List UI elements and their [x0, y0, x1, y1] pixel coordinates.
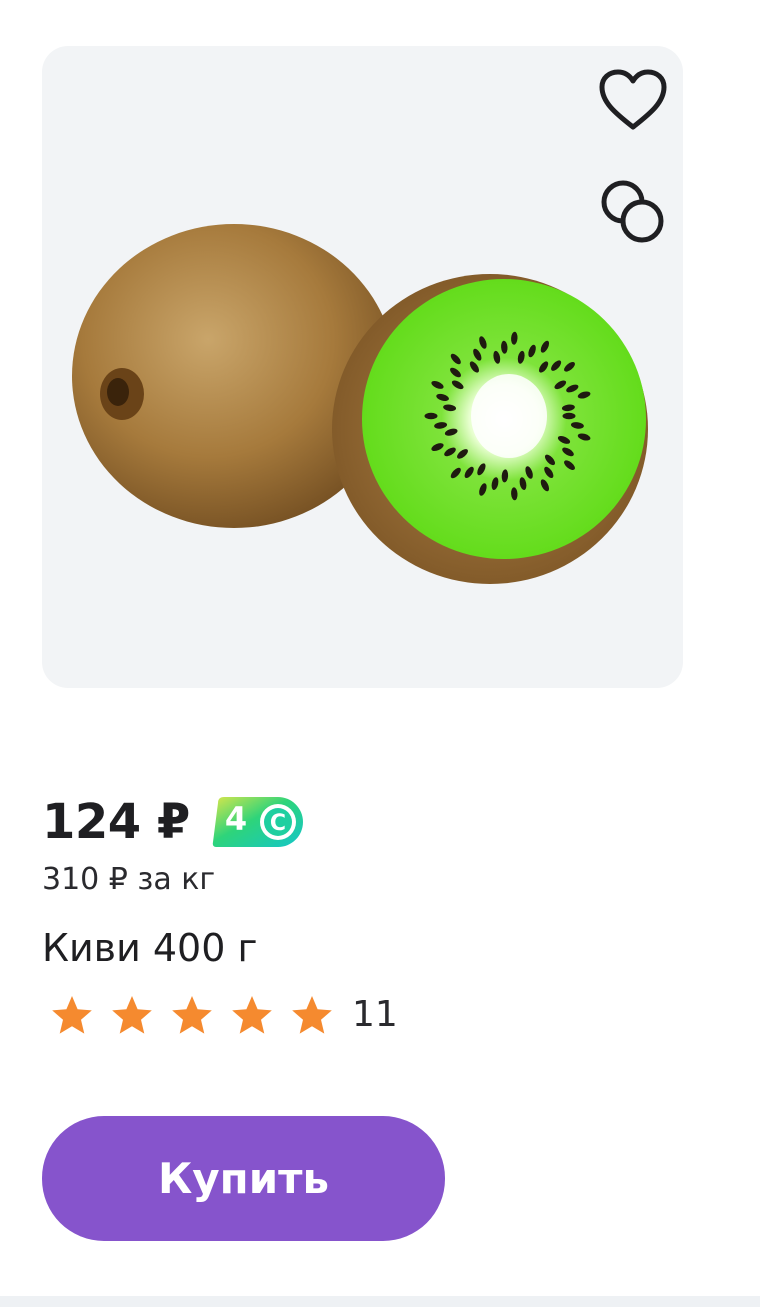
bonus-amount: 4 [224, 800, 248, 838]
star-icon [162, 990, 222, 1040]
product-title[interactable]: Киви 400 г [42, 926, 257, 972]
star-icon [222, 990, 282, 1040]
price-row: 124 ₽ С 4 [42, 790, 304, 854]
unit-price: 310 ₽ за кг [42, 862, 216, 897]
compare-circles-icon [601, 180, 664, 243]
product-image-card[interactable] [42, 46, 683, 688]
kiwi-product-image [72, 224, 648, 584]
review-count: 11 [352, 994, 398, 1035]
product-price: 124 ₽ [42, 794, 190, 850]
star-icon [102, 990, 162, 1040]
bonus-badge: С 4 [210, 795, 304, 849]
rating-row[interactable]: 11 [42, 990, 398, 1040]
svg-text:С: С [270, 811, 286, 836]
compare-button[interactable] [593, 172, 673, 252]
favorite-button[interactable] [593, 60, 673, 140]
star-icon [282, 990, 342, 1040]
divider [0, 1296, 760, 1307]
buy-button[interactable]: Купить [42, 1116, 445, 1241]
star-icon [42, 990, 102, 1040]
heart-icon [599, 69, 667, 130]
